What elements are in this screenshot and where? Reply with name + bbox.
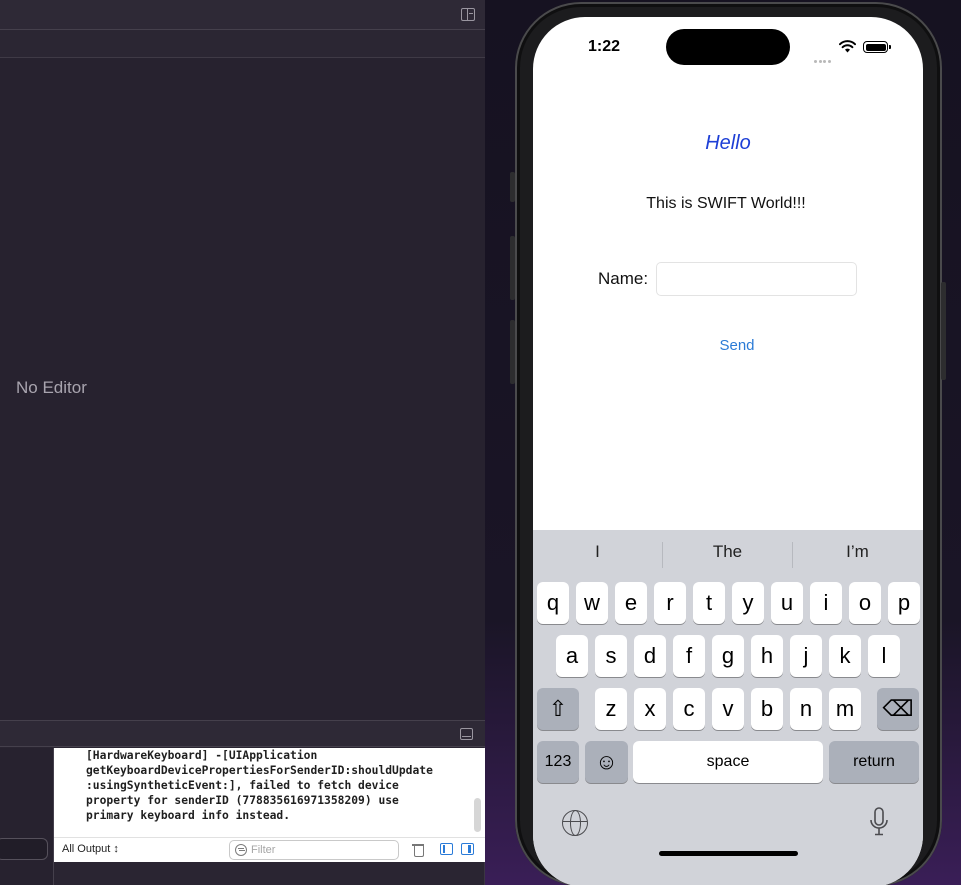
key-x[interactable]: x bbox=[634, 688, 666, 730]
globe-icon[interactable] bbox=[562, 810, 588, 836]
key-h[interactable]: h bbox=[751, 635, 783, 677]
key-s[interactable]: s bbox=[595, 635, 627, 677]
console-bar: All Output ↕ Filter bbox=[54, 837, 485, 862]
show-variables-icon[interactable] bbox=[440, 843, 453, 855]
key-v[interactable]: v bbox=[712, 688, 744, 730]
key-a[interactable]: a bbox=[556, 635, 588, 677]
console-filter-input[interactable]: Filter bbox=[229, 840, 399, 860]
delete-key[interactable]: ⌫ bbox=[877, 688, 919, 730]
action-button[interactable] bbox=[510, 172, 515, 202]
key-w[interactable]: w bbox=[576, 582, 608, 624]
filter-icon bbox=[235, 844, 247, 856]
key-g[interactable]: g bbox=[712, 635, 744, 677]
keyboard: I The I’m q w e r t y u i o p a s d f g … bbox=[533, 530, 923, 885]
variables-filter-input[interactable] bbox=[0, 838, 48, 860]
debug-bar bbox=[0, 720, 485, 747]
key-b[interactable]: b bbox=[751, 688, 783, 730]
home-indicator[interactable] bbox=[659, 851, 798, 856]
console-scrollbar[interactable] bbox=[474, 798, 481, 832]
hello-title: Hello bbox=[705, 132, 751, 154]
phone-screen: 1:22 Hello This is SWIFT World!!! Name: … bbox=[533, 17, 923, 885]
key-e[interactable]: e bbox=[615, 582, 647, 624]
output-selector[interactable]: All Output ↕ bbox=[62, 843, 119, 855]
key-t[interactable]: t bbox=[693, 582, 725, 624]
name-input[interactable] bbox=[656, 262, 857, 296]
key-d[interactable]: d bbox=[634, 635, 666, 677]
shift-key[interactable]: ⇧ bbox=[537, 688, 579, 730]
xcode-window: No Editor [HardwareKeyboard] -[UIApplica… bbox=[0, 0, 485, 885]
key-p[interactable]: p bbox=[888, 582, 920, 624]
key-k[interactable]: k bbox=[829, 635, 861, 677]
send-button[interactable]: Send bbox=[704, 337, 770, 354]
console-output[interactable]: [HardwareKeyboard] -[UIApplication getKey… bbox=[54, 748, 485, 837]
suggestion-1[interactable]: I bbox=[533, 542, 662, 562]
emoji-key[interactable]: ☺ bbox=[585, 741, 628, 783]
key-r[interactable]: r bbox=[654, 582, 686, 624]
battery-icon bbox=[863, 41, 891, 53]
volume-up-button[interactable] bbox=[510, 236, 515, 300]
name-label: Name: bbox=[598, 269, 649, 288]
key-q[interactable]: q bbox=[537, 582, 569, 624]
key-j[interactable]: j bbox=[790, 635, 822, 677]
key-f[interactable]: f bbox=[673, 635, 705, 677]
no-editor-label: No Editor bbox=[16, 378, 87, 397]
show-console-icon[interactable] bbox=[461, 843, 474, 855]
editor-area: No Editor bbox=[0, 58, 485, 720]
filter-placeholder: Filter bbox=[251, 844, 276, 856]
power-button[interactable] bbox=[941, 282, 946, 380]
jump-bar bbox=[0, 30, 485, 58]
variables-view bbox=[0, 748, 54, 885]
return-key[interactable]: return bbox=[829, 741, 919, 783]
hide-debug-area-icon[interactable] bbox=[460, 728, 473, 740]
key-u[interactable]: u bbox=[771, 582, 803, 624]
key-c[interactable]: c bbox=[673, 688, 705, 730]
suggestion-3[interactable]: I’m bbox=[793, 542, 922, 562]
microphone-icon[interactable] bbox=[869, 807, 889, 837]
wifi-icon bbox=[839, 40, 856, 53]
status-time: 1:22 bbox=[588, 38, 621, 55]
key-m[interactable]: m bbox=[829, 688, 861, 730]
volume-down-button[interactable] bbox=[510, 320, 515, 384]
numbers-key[interactable]: 123 bbox=[537, 741, 579, 783]
key-n[interactable]: n bbox=[790, 688, 822, 730]
key-o[interactable]: o bbox=[849, 582, 881, 624]
dynamic-island bbox=[666, 29, 790, 65]
cellular-icon bbox=[814, 50, 832, 68]
trash-icon[interactable] bbox=[412, 843, 424, 857]
key-y[interactable]: y bbox=[732, 582, 764, 624]
split-editor-icon[interactable] bbox=[461, 8, 475, 21]
key-l[interactable]: l bbox=[868, 635, 900, 677]
space-key[interactable]: space bbox=[633, 741, 823, 783]
subtitle-label: This is SWIFT World!!! bbox=[646, 195, 806, 212]
key-z[interactable]: z bbox=[595, 688, 627, 730]
suggestion-2[interactable]: The bbox=[663, 542, 792, 562]
console-text: [HardwareKeyboard] -[UIApplication getKey… bbox=[86, 749, 433, 822]
editor-toolbar bbox=[0, 0, 485, 30]
key-i[interactable]: i bbox=[810, 582, 842, 624]
suggestion-bar: I The I’m bbox=[533, 530, 923, 580]
